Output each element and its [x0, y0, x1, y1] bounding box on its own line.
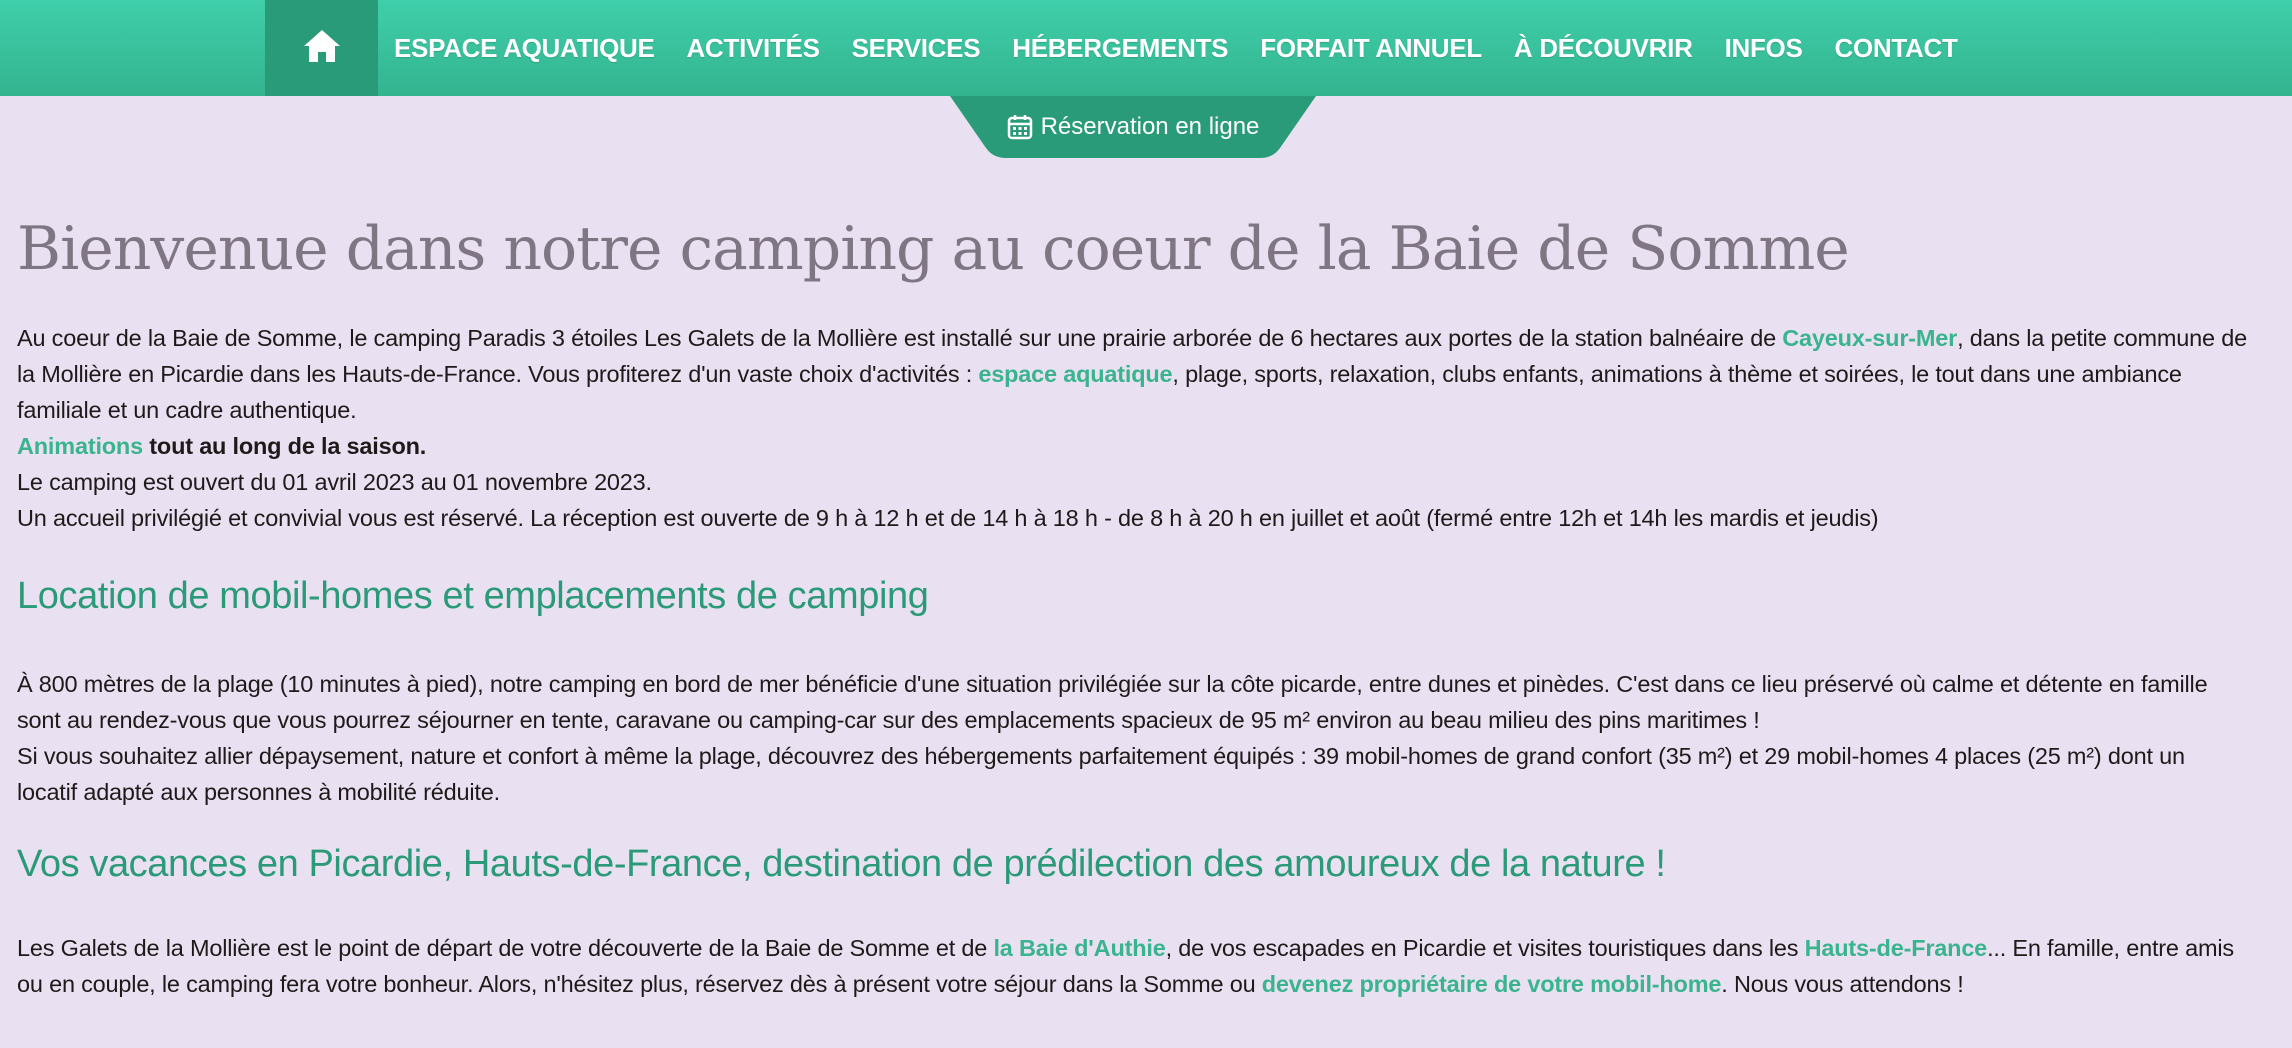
nav-hebergements[interactable]: HÉBERGEMENTS [996, 0, 1244, 96]
section-heading-location: Location de mobil-homes et emplacements … [17, 575, 929, 617]
nav-forfait-annuel[interactable]: FORFAIT ANNUEL [1244, 0, 1498, 96]
vacances-paragraph: Les Galets de la Mollière est le point d… [17, 930, 2247, 1002]
page-title: Bienvenue dans notre camping au coeur de… [17, 214, 1850, 284]
reception-hours: Un accueil privilégié et convivial vous … [17, 505, 1879, 531]
home-icon [302, 28, 342, 69]
link-baie-authie[interactable]: la Baie d'Authie [993, 935, 1165, 961]
location-paragraph: À 800 mètres de la plage (10 minutes à p… [17, 666, 2247, 810]
nav-activites[interactable]: ACTIVITÉS [671, 0, 836, 96]
link-hauts-de-france[interactable]: Hauts-de-France [1805, 935, 1988, 961]
location-text-1: À 800 mètres de la plage (10 minutes à p… [17, 671, 2208, 733]
nav-infos[interactable]: INFOS [1709, 0, 1819, 96]
animations-tagline: tout au long de la saison. [142, 433, 427, 459]
nav-a-decouvrir[interactable]: À DÉCOUVRIR [1498, 0, 1709, 96]
reservation-label: Réservation en ligne [1040, 113, 1260, 140]
link-devenez-proprietaire[interactable]: devenez propriétaire de votre mobil-home [1262, 971, 1722, 997]
calendar-icon [1007, 114, 1033, 140]
vacances-text-4: . Nous vous attendons ! [1721, 971, 1964, 997]
location-text-2: Si vous souhaitez allier dépaysement, na… [17, 743, 2185, 805]
link-espace-aquatique[interactable]: espace aquatique [978, 361, 1172, 387]
main-content: Bienvenue dans notre camping au coeur de… [17, 200, 2247, 1002]
reservation-button[interactable]: Réservation en ligne [950, 96, 1316, 158]
vacances-text-2: , de vos escapades en Picardie et visite… [1165, 935, 1805, 961]
intro-paragraph: Au coeur de la Baie de Somme, le camping… [17, 320, 2247, 536]
opening-dates: Le camping est ouvert du 01 avril 2023 a… [17, 469, 652, 495]
link-animations[interactable]: Animations [17, 433, 143, 459]
section-heading-vacances: Vos vacances en Picardie, Hauts-de-Franc… [17, 843, 1666, 885]
main-nav: ESPACE AQUATIQUE ACTIVITÉS SERVICES HÉBE… [378, 0, 1974, 96]
reservation-tab: Réservation en ligne [950, 96, 1316, 158]
home-button[interactable] [265, 0, 378, 96]
top-navbar: ESPACE AQUATIQUE ACTIVITÉS SERVICES HÉBE… [0, 0, 2292, 96]
nav-services[interactable]: SERVICES [836, 0, 997, 96]
nav-espace-aquatique[interactable]: ESPACE AQUATIQUE [378, 0, 671, 96]
intro-text-1: Au coeur de la Baie de Somme, le camping… [17, 325, 1783, 351]
link-cayeux-sur-mer[interactable]: Cayeux-sur-Mer [1782, 325, 1957, 351]
nav-contact[interactable]: CONTACT [1819, 0, 1974, 96]
vacances-text-1: Les Galets de la Mollière est le point d… [17, 935, 994, 961]
